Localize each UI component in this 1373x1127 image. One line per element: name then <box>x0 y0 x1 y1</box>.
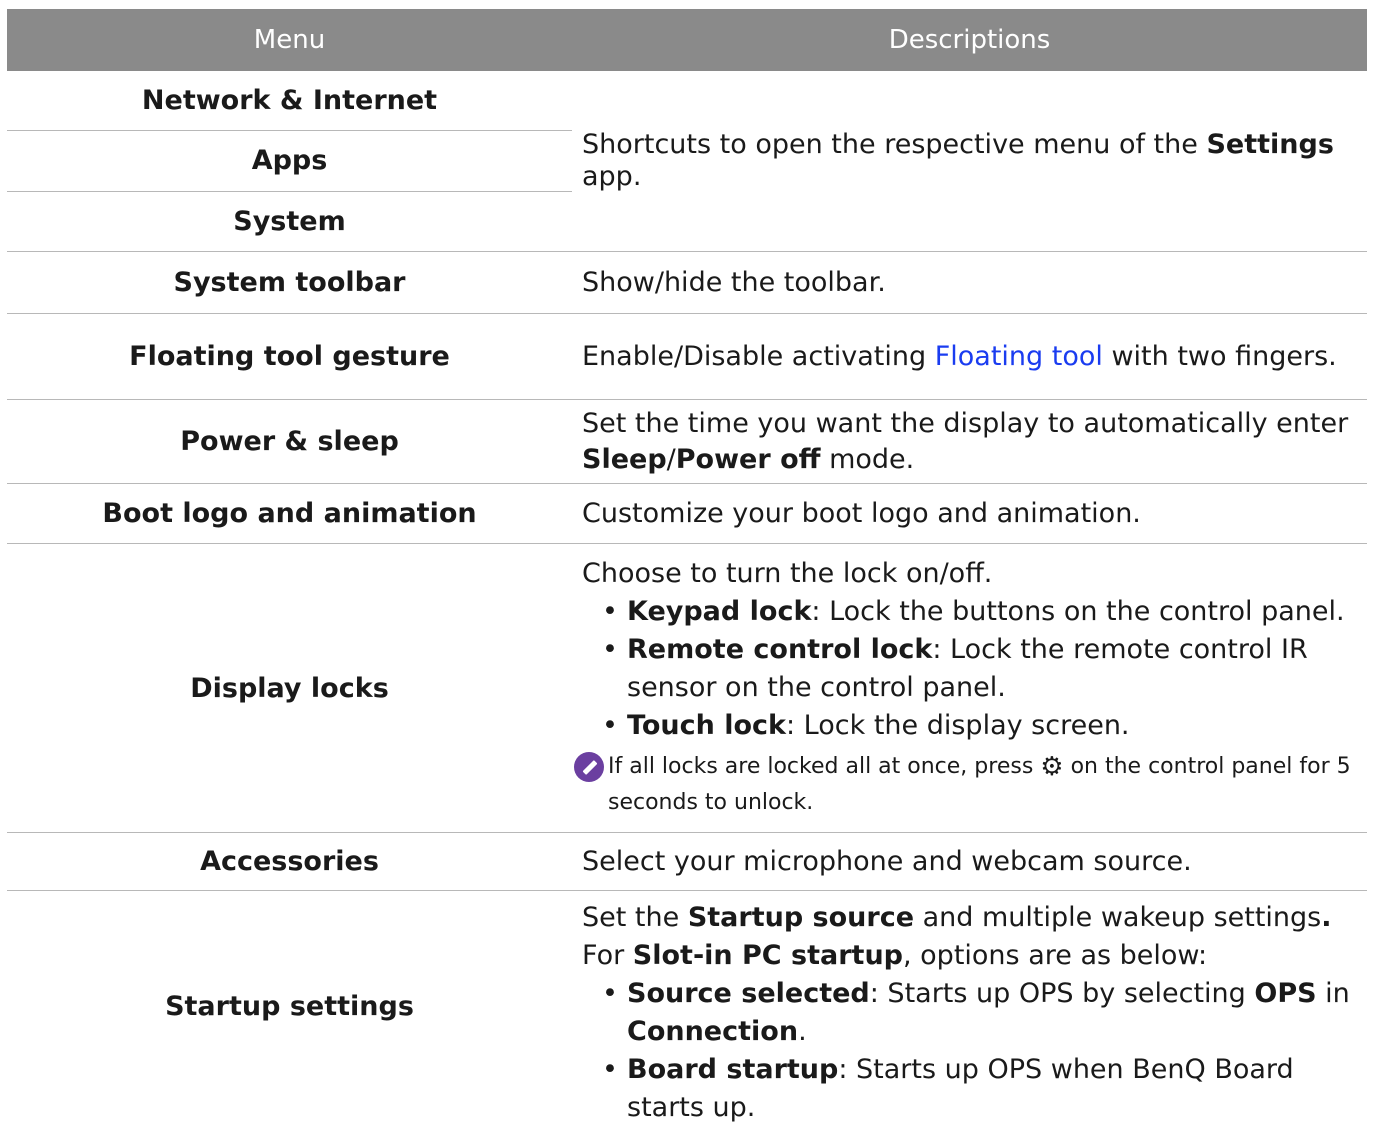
bullet: • <box>602 634 618 665</box>
desc-text: Choose to turn the lock on/off. <box>582 558 993 589</box>
menu-display-locks: Display locks <box>190 672 389 704</box>
desc-text: Set the <box>582 902 688 933</box>
table-header: Menu Descriptions <box>7 9 1367 71</box>
table-row-display-locks: Display locks Choose to turn the lock on… <box>7 544 1367 833</box>
desc-boot-logo: Customize your boot logo and animation. <box>572 484 1367 543</box>
desc-text: . <box>798 1016 807 1047</box>
shortcuts-description: Shortcuts to open the respective menu of… <box>572 71 1367 251</box>
menu-power-sleep: Power & sleep <box>180 426 399 457</box>
table-row-system-toolbar: System toolbar Show/hide the toolbar. <box>7 252 1367 314</box>
list-item: • Keypad lock: Lock the buttons on the co… <box>582 593 1367 631</box>
list-item: • Source selected: Starts up OPS by selec… <box>582 975 1367 1051</box>
desc-floating-tool: Enable/Disable activating Floating tool … <box>572 314 1367 399</box>
desc-bold: Startup source <box>687 902 915 933</box>
header-menu: Menu <box>253 25 326 55</box>
list-item: • Remote control lock: Lock the remote co… <box>582 631 1367 707</box>
desc-text: , options are as below: <box>903 940 1208 971</box>
desc-bold: Source selected <box>627 978 870 1009</box>
desc-text: Shortcuts to open the respective menu of… <box>582 129 1207 160</box>
desc-bold: Touch lock <box>627 710 786 741</box>
table-row-shortcuts: Network & Internet Apps System Shortcuts… <box>7 71 1367 252</box>
header-descriptions: Descriptions <box>888 25 1051 55</box>
gear-icon: ⚙ <box>1040 752 1064 782</box>
table-row-accessories: Accessories Select your microphone and w… <box>7 833 1367 891</box>
desc-text: Set the time you want the display to aut… <box>582 407 1349 439</box>
desc-bold: Sleep <box>582 443 667 475</box>
pencil-note-icon <box>574 752 604 782</box>
desc-text: app. <box>582 161 642 192</box>
menu-system-toolbar: System toolbar <box>173 267 406 298</box>
table-row-startup: Startup settings Set the Startup source … <box>7 891 1367 1123</box>
settings-table: Menu Descriptions Network & Internet App… <box>7 9 1367 1123</box>
menu-boot-logo: Boot logo and animation <box>102 498 477 529</box>
menu-startup-settings: Startup settings <box>165 990 414 1022</box>
desc-bold: Settings <box>1206 129 1334 160</box>
bullet: • <box>602 978 618 1009</box>
desc-text: Select your microphone and webcam source… <box>582 846 1192 877</box>
desc-bold: Board startup <box>627 1054 839 1085</box>
desc-text: / <box>666 443 676 475</box>
desc-text: Show/hide the toolbar. <box>582 267 886 298</box>
table-row-power-sleep: Power & sleep Set the time you want the … <box>7 400 1367 484</box>
desc-bold: Power off <box>675 443 821 475</box>
table-row-floating-tool: Floating tool gesture Enable/Disable act… <box>7 314 1367 400</box>
desc-bold: . <box>1321 902 1332 933</box>
table-row-boot-logo: Boot logo and animation Customize your b… <box>7 484 1367 544</box>
desc-text: with two fingers. <box>1102 340 1337 372</box>
menu-network-internet: Network & Internet <box>7 71 572 132</box>
lock-list: • Keypad lock: Lock the buttons on the co… <box>582 593 1367 745</box>
desc-display-locks: Choose to turn the lock on/off. • Keypad … <box>572 544 1367 832</box>
bullet: • <box>602 1054 618 1085</box>
desc-bold: Connection <box>627 1016 799 1047</box>
desc-power-sleep: Set the time you want the display to aut… <box>572 400 1367 483</box>
list-item: • Touch lock: Lock the display screen. <box>582 707 1367 745</box>
list-item: • Board startup: Starts up OPS when BenQ … <box>582 1051 1367 1127</box>
desc-text: mode. <box>820 443 915 475</box>
menu-floating-tool-gesture: Floating tool gesture <box>129 341 450 372</box>
desc-text: : Lock the buttons on the control panel. <box>811 596 1345 627</box>
desc-text: : Lock the display screen. <box>786 710 1130 741</box>
desc-accessories: Select your microphone and webcam source… <box>572 833 1367 890</box>
desc-text: For <box>582 940 633 971</box>
desc-bold: Keypad lock <box>627 596 812 627</box>
desc-text: : Starts up OPS by selecting <box>869 978 1255 1009</box>
desc-text: Enable/Disable activating <box>582 340 935 372</box>
desc-system-toolbar: Show/hide the toolbar. <box>572 252 1367 313</box>
note: If all locks are locked all at once, pre… <box>574 749 1367 821</box>
desc-bold: Slot-in PC startup <box>632 940 903 971</box>
menu-system: System <box>233 205 346 237</box>
desc-startup: Set the Startup source and multiple wake… <box>572 891 1367 1123</box>
desc-bold: OPS <box>1254 978 1317 1009</box>
bullet: • <box>602 596 618 627</box>
bullet: • <box>602 710 618 741</box>
menu-apps: Apps <box>7 131 572 192</box>
desc-text: in <box>1316 978 1350 1009</box>
desc-text: Customize your boot logo and animation. <box>582 498 1141 529</box>
floating-tool-link[interactable]: Floating tool <box>935 341 1103 372</box>
shortcuts-menu-column: Network & Internet Apps System <box>7 71 572 251</box>
note-text: If all locks are locked all at once, pre… <box>608 754 1041 779</box>
startup-list: • Source selected: Starts up OPS by selec… <box>582 975 1367 1127</box>
desc-text: and multiple wakeup settings <box>914 902 1322 933</box>
desc-bold: Remote control lock <box>627 634 933 665</box>
menu-accessories: Accessories <box>200 846 379 877</box>
